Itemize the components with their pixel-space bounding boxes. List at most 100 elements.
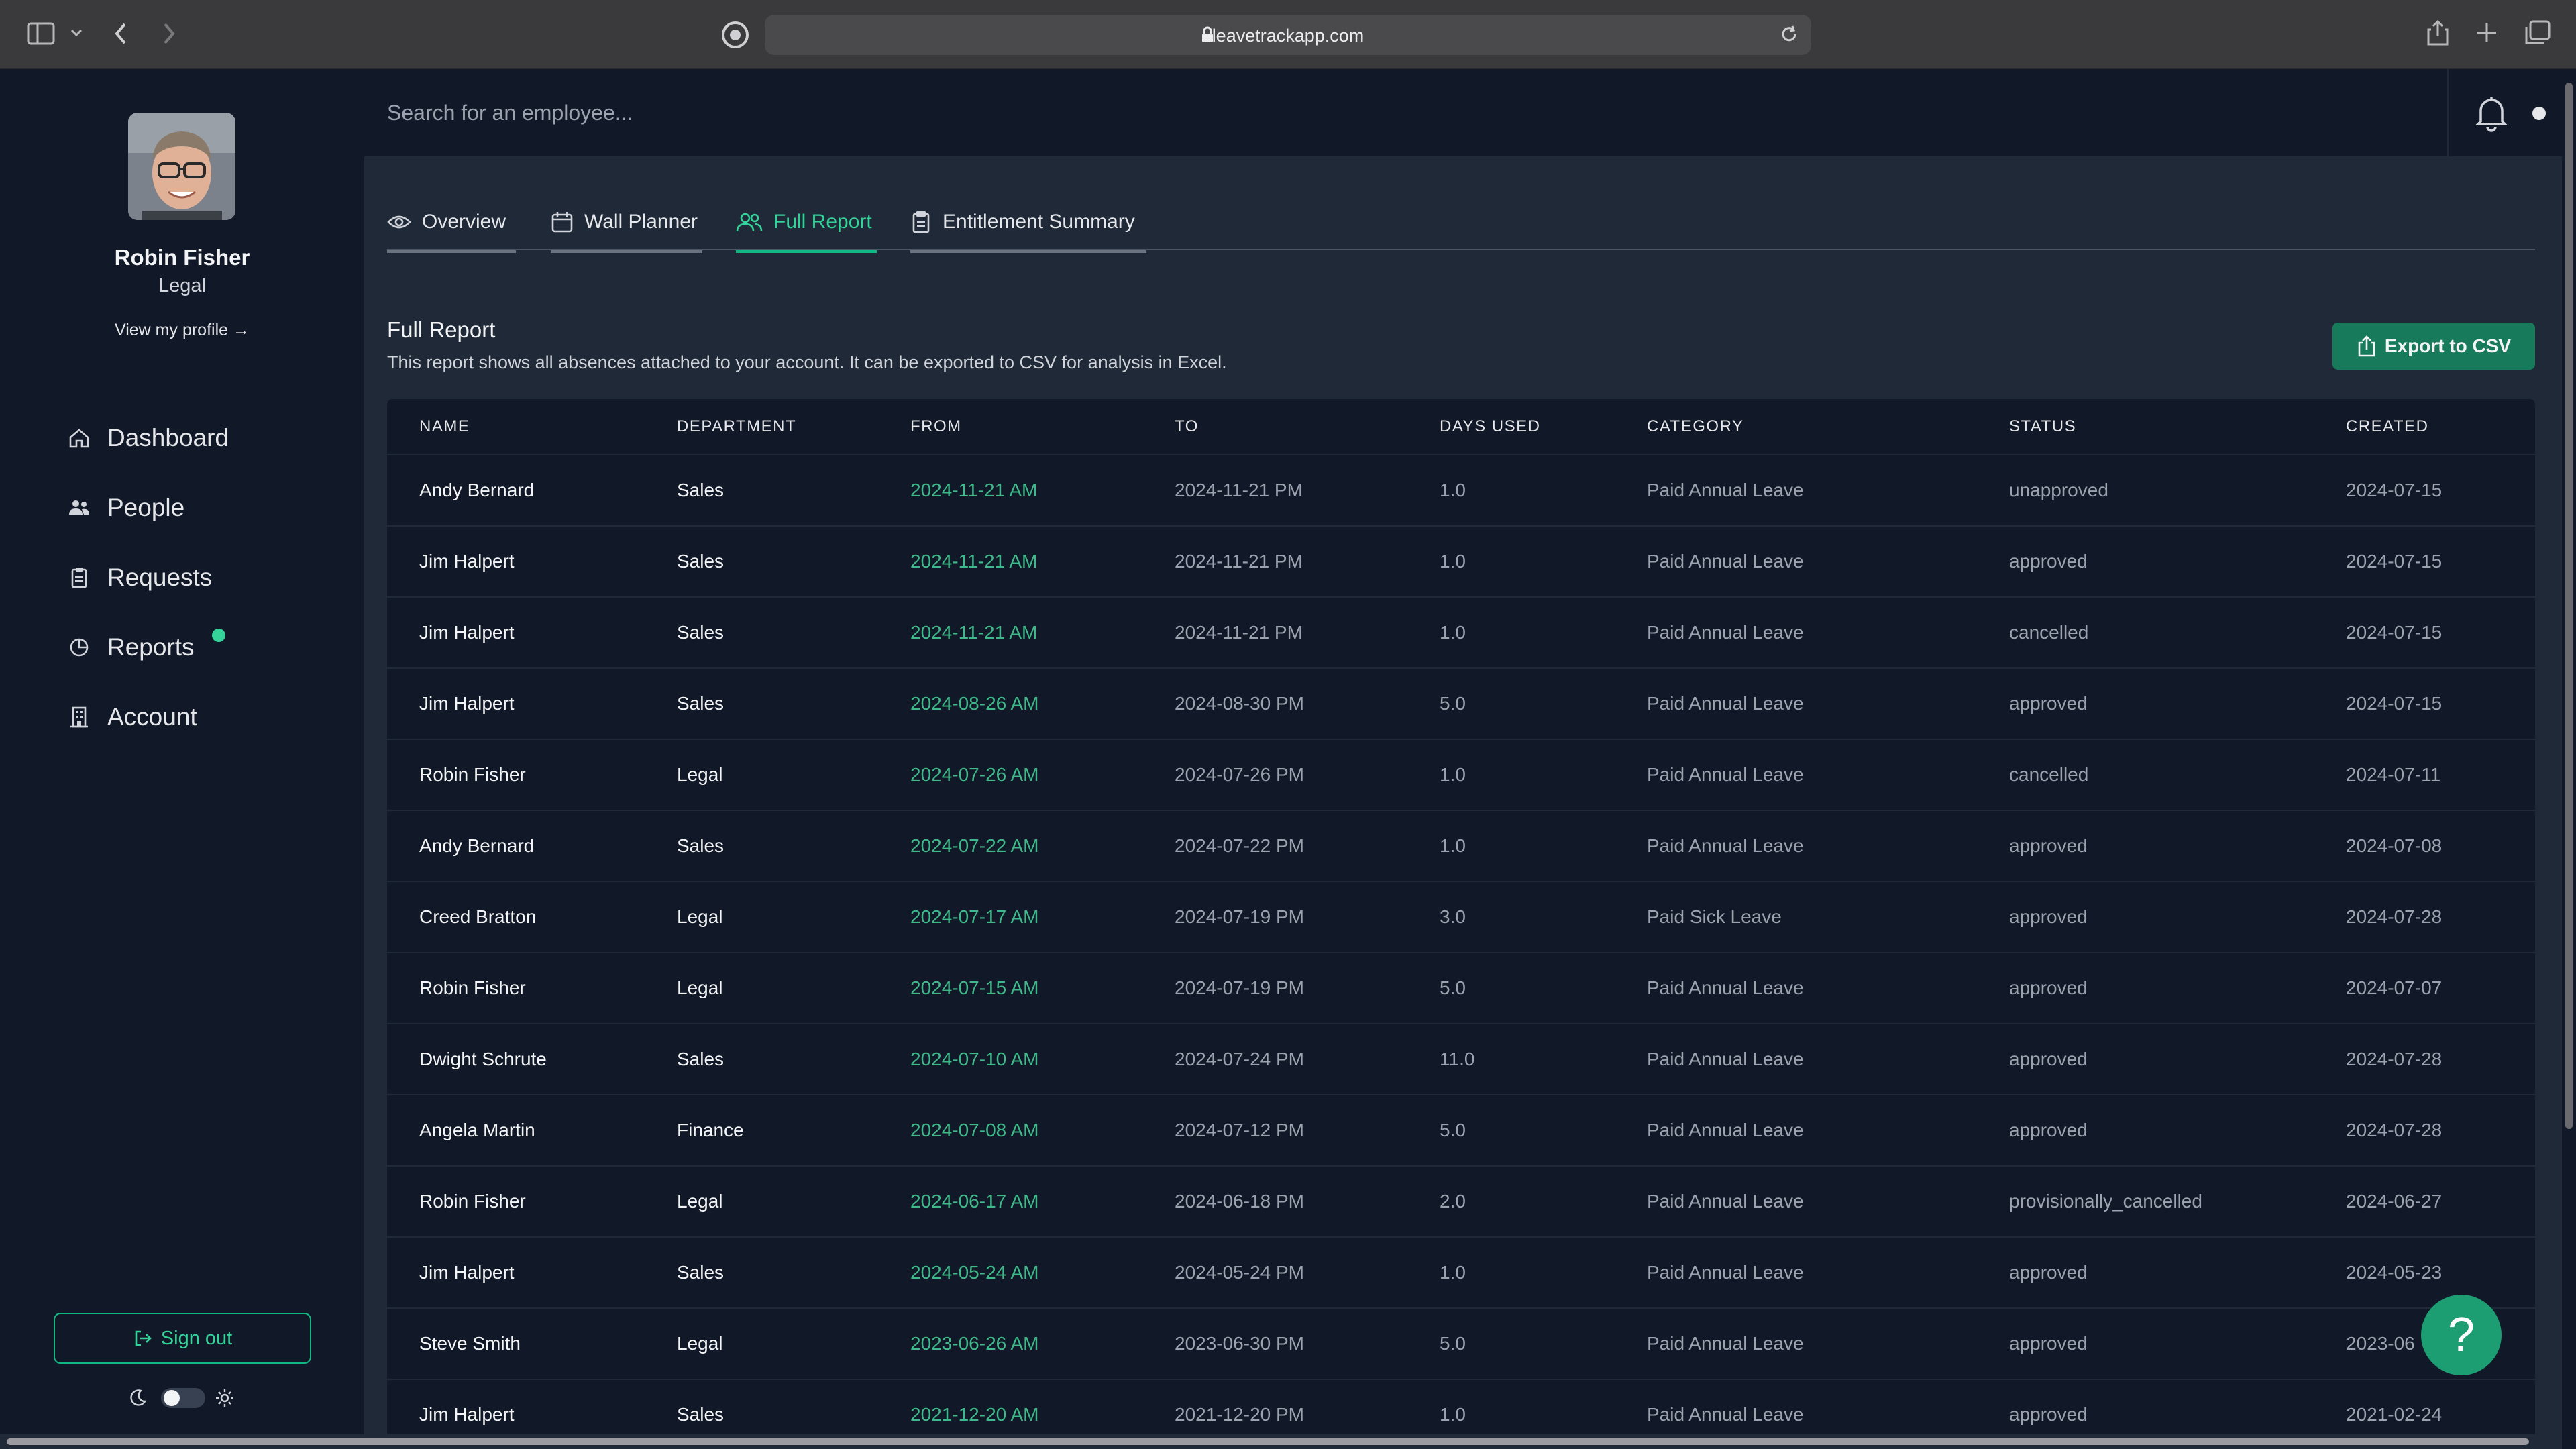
cell-department: Sales [677, 835, 724, 856]
header-col-category: CATEGORY [1647, 417, 1744, 435]
cell-to: 2024-11-21 PM [1175, 551, 1303, 572]
cell-days-used: 11.0 [1440, 1049, 1475, 1069]
clipboard-icon [912, 211, 930, 233]
sidebar-item-requests[interactable]: Requests [67, 557, 212, 598]
cell-created: 2024-07-08 [2346, 835, 2443, 856]
sign-out-button[interactable]: Sign out [54, 1313, 311, 1364]
sidebar-item-dashboard[interactable]: Dashboard [67, 418, 229, 458]
cell-days-used: 1.0 [1440, 551, 1466, 572]
employee-search-input[interactable] [387, 89, 2265, 136]
cell-to: 2024-07-22 PM [1175, 835, 1305, 856]
scrollbar-thumb[interactable] [2565, 83, 2573, 1129]
new-tab-icon[interactable] [2475, 21, 2498, 44]
table-row[interactable]: Dwight Schrute Sales 2024-07-10 AM 2024-07-… [387, 1023, 2535, 1094]
building-icon [67, 705, 91, 729]
requests-notification-dot [212, 629, 225, 642]
header-col-from: FROM [910, 417, 962, 435]
cell-status: approved [2009, 1120, 2088, 1140]
cell-from: 2024-07-15 AM [910, 977, 1039, 998]
table-row[interactable]: Steve Smith Legal 2023-06-26 AM 2023-06-30 … [387, 1307, 2535, 1379]
table-row[interactable]: Robin Fisher Legal 2024-06-17 AM 2024-06-18… [387, 1165, 2535, 1236]
cell-department: Sales [677, 480, 724, 500]
cell-status: unapproved [2009, 480, 2108, 500]
sidebar-item-label: Reports [107, 633, 195, 661]
calendar-icon [551, 212, 573, 233]
cell-department: Legal [677, 906, 723, 927]
cell-name: Andy Bernard [419, 835, 535, 856]
table-row[interactable]: Robin Fisher Legal 2024-07-15 AM 2024-07-19… [387, 952, 2535, 1023]
table-row[interactable]: Jim Halpert Sales 2024-11-21 AM 2024-11-21 … [387, 525, 2535, 596]
table-row[interactable]: Angela Martin Finance 2024-07-08 AM 2024-07… [387, 1094, 2535, 1165]
table-row[interactable]: Robin Fisher Legal 2024-07-26 AM 2024-07-26… [387, 739, 2535, 810]
vertical-scrollbar[interactable] [2562, 69, 2576, 1449]
sidebar-toggle-icon[interactable] [27, 21, 56, 46]
cell-category: Paid Sick Leave [1647, 906, 1782, 927]
avatar[interactable] [128, 113, 235, 220]
forward-icon[interactable] [161, 21, 177, 46]
cell-status: approved [2009, 551, 2088, 572]
cell-category: Paid Annual Leave [1647, 551, 1804, 572]
tab-wall-planner[interactable]: Wall Planner [551, 194, 702, 253]
sign-out-icon [135, 1330, 152, 1346]
cell-days-used: 5.0 [1440, 1333, 1466, 1354]
table-row[interactable]: Jim Halpert Sales 2024-05-24 AM 2024-05-24 … [387, 1236, 2535, 1307]
cell-status: approved [2009, 1333, 2088, 1354]
cell-status: approved [2009, 977, 2088, 998]
cell-status: cancelled [2009, 764, 2089, 785]
cell-days-used: 1.0 [1440, 1262, 1466, 1283]
cell-category: Paid Annual Leave [1647, 764, 1804, 785]
eye-icon [387, 215, 411, 229]
cell-to: 2024-05-24 PM [1175, 1262, 1305, 1283]
cell-name: Dwight Schrute [419, 1049, 547, 1069]
cell-to: 2024-07-19 PM [1175, 977, 1305, 998]
moon-icon [127, 1388, 148, 1408]
cell-from: 2024-07-08 AM [910, 1120, 1039, 1140]
cell-category: Paid Annual Leave [1647, 1049, 1804, 1069]
tab-full-report[interactable]: Full Report [736, 194, 877, 253]
cell-department: Sales [677, 693, 724, 714]
tab-overview[interactable]: Overview [387, 194, 516, 253]
cell-days-used: 1.0 [1440, 622, 1466, 643]
cell-created: 2024-07-11 [2346, 764, 2441, 785]
cell-from: 2024-05-24 AM [910, 1262, 1039, 1283]
password-manager-icon[interactable] [721, 21, 749, 49]
cell-to: 2024-07-26 PM [1175, 764, 1305, 785]
cell-created: 2024-07-15 [2346, 693, 2443, 714]
cell-status: approved [2009, 906, 2088, 927]
export-csv-button[interactable]: Export to CSV [2332, 323, 2535, 370]
view-profile-link[interactable]: View my profile → [0, 321, 364, 340]
cell-days-used: 1.0 [1440, 764, 1466, 785]
table-row[interactable]: Creed Bratton Legal 2024-07-17 AM 2024-07-1… [387, 881, 2535, 952]
theme-toggle[interactable] [161, 1388, 205, 1408]
cell-to: 2024-07-19 PM [1175, 906, 1305, 927]
tab-label: Full Report [773, 211, 872, 233]
cell-from: 2024-11-21 AM [910, 622, 1038, 643]
tab-overview-icon[interactable] [2524, 20, 2551, 46]
cell-created: 2024-07-28 [2346, 1120, 2443, 1140]
report-tabs: Overview Wall Planner Full Report Entitl… [387, 194, 2535, 253]
sidebar-item-reports[interactable]: Reports [67, 627, 195, 667]
reload-icon[interactable] [1779, 24, 1799, 44]
tab-entitlement-summary[interactable]: Entitlement Summary [910, 194, 1146, 253]
back-icon[interactable] [113, 21, 129, 46]
cell-department: Sales [677, 551, 724, 572]
share-icon[interactable] [2426, 19, 2450, 47]
table-row[interactable]: Jim Halpert Sales 2024-11-21 AM 2024-11-21 … [387, 596, 2535, 667]
table-row[interactable]: Andy Bernard Sales 2024-11-21 AM 2024-11-21… [387, 454, 2535, 525]
cell-status: approved [2009, 1049, 2088, 1069]
address-bar[interactable]: leavetrackapp.com [765, 15, 1811, 55]
sidebar-item-account[interactable]: Account [67, 697, 197, 737]
cell-category: Paid Annual Leave [1647, 693, 1804, 714]
chevron-down-icon[interactable] [70, 28, 83, 38]
help-button[interactable]: ? [2421, 1295, 2502, 1375]
table-row[interactable]: Jim Halpert Sales 2024-08-26 AM 2024-08-30 … [387, 667, 2535, 739]
horizontal-scrollbar[interactable] [0, 1434, 2562, 1449]
cell-department: Sales [677, 622, 724, 643]
sidebar-item-label: People [107, 494, 185, 521]
cell-status: approved [2009, 693, 2088, 714]
scrollbar-thumb[interactable] [7, 1438, 2529, 1445]
sidebar-item-people[interactable]: People [67, 488, 184, 528]
table-row[interactable]: Andy Bernard Sales 2024-07-22 AM 2024-07-22… [387, 810, 2535, 881]
bell-icon[interactable] [2474, 95, 2509, 132]
table-header: NAME DEPARTMENT FROM TO DAYS USED CATEGORY STA… [387, 399, 2535, 454]
